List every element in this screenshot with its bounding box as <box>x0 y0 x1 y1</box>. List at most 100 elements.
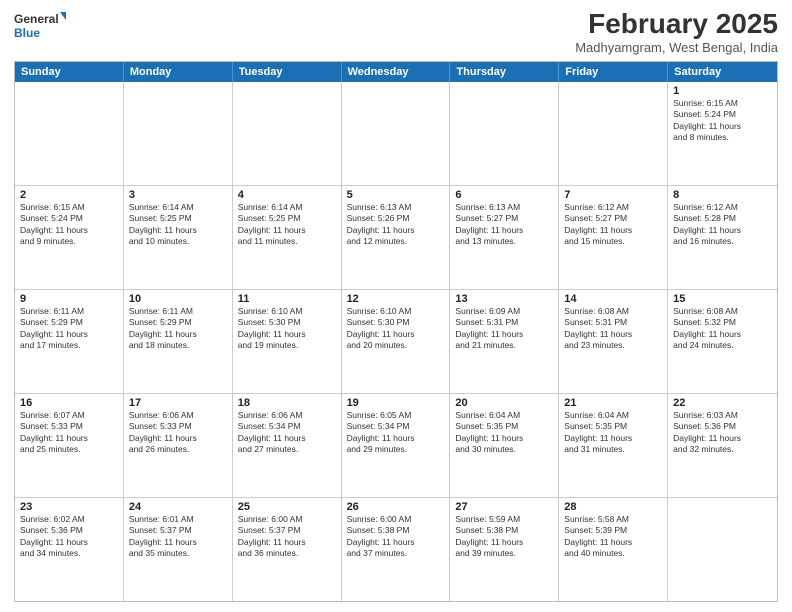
day-cell-10: 10Sunrise: 6:11 AM Sunset: 5:29 PM Dayli… <box>124 290 233 393</box>
day-header-friday: Friday <box>559 62 668 82</box>
day-number: 7 <box>564 189 662 201</box>
day-cell-21: 21Sunrise: 6:04 AM Sunset: 5:35 PM Dayli… <box>559 394 668 497</box>
day-info: Sunrise: 6:14 AM Sunset: 5:25 PM Dayligh… <box>129 202 227 248</box>
day-cell-11: 11Sunrise: 6:10 AM Sunset: 5:30 PM Dayli… <box>233 290 342 393</box>
day-cell-27: 27Sunrise: 5:59 AM Sunset: 5:38 PM Dayli… <box>450 498 559 601</box>
day-number: 20 <box>455 397 553 409</box>
week-row-3: 9Sunrise: 6:11 AM Sunset: 5:29 PM Daylig… <box>15 290 777 394</box>
day-info: Sunrise: 6:06 AM Sunset: 5:34 PM Dayligh… <box>238 410 336 456</box>
day-cell-6: 6Sunrise: 6:13 AM Sunset: 5:27 PM Daylig… <box>450 186 559 289</box>
day-cell-9: 9Sunrise: 6:11 AM Sunset: 5:29 PM Daylig… <box>15 290 124 393</box>
day-cell-empty <box>450 82 559 185</box>
day-cell-8: 8Sunrise: 6:12 AM Sunset: 5:28 PM Daylig… <box>668 186 777 289</box>
day-number: 14 <box>564 293 662 305</box>
day-info: Sunrise: 6:10 AM Sunset: 5:30 PM Dayligh… <box>347 306 445 352</box>
day-info: Sunrise: 6:12 AM Sunset: 5:28 PM Dayligh… <box>673 202 772 248</box>
day-info: Sunrise: 6:10 AM Sunset: 5:30 PM Dayligh… <box>238 306 336 352</box>
day-cell-18: 18Sunrise: 6:06 AM Sunset: 5:34 PM Dayli… <box>233 394 342 497</box>
day-number: 1 <box>673 85 772 97</box>
day-number: 11 <box>238 293 336 305</box>
day-number: 9 <box>20 293 118 305</box>
week-row-5: 23Sunrise: 6:02 AM Sunset: 5:36 PM Dayli… <box>15 498 777 601</box>
day-number: 22 <box>673 397 772 409</box>
day-info: Sunrise: 6:15 AM Sunset: 5:24 PM Dayligh… <box>673 98 772 144</box>
day-cell-2: 2Sunrise: 6:15 AM Sunset: 5:24 PM Daylig… <box>15 186 124 289</box>
day-cell-4: 4Sunrise: 6:14 AM Sunset: 5:25 PM Daylig… <box>233 186 342 289</box>
logo-svg: General Blue <box>14 10 66 42</box>
day-info: Sunrise: 6:11 AM Sunset: 5:29 PM Dayligh… <box>20 306 118 352</box>
day-cell-7: 7Sunrise: 6:12 AM Sunset: 5:27 PM Daylig… <box>559 186 668 289</box>
day-number: 13 <box>455 293 553 305</box>
day-cell-23: 23Sunrise: 6:02 AM Sunset: 5:36 PM Dayli… <box>15 498 124 601</box>
day-cell-12: 12Sunrise: 6:10 AM Sunset: 5:30 PM Dayli… <box>342 290 451 393</box>
day-header-tuesday: Tuesday <box>233 62 342 82</box>
day-number: 16 <box>20 397 118 409</box>
day-number: 18 <box>238 397 336 409</box>
day-number: 21 <box>564 397 662 409</box>
week-row-1: 1Sunrise: 6:15 AM Sunset: 5:24 PM Daylig… <box>15 82 777 186</box>
day-cell-15: 15Sunrise: 6:08 AM Sunset: 5:32 PM Dayli… <box>668 290 777 393</box>
day-header-sunday: Sunday <box>15 62 124 82</box>
logo: General Blue <box>14 10 66 42</box>
day-info: Sunrise: 6:01 AM Sunset: 5:37 PM Dayligh… <box>129 514 227 560</box>
day-info: Sunrise: 6:00 AM Sunset: 5:38 PM Dayligh… <box>347 514 445 560</box>
day-info: Sunrise: 6:08 AM Sunset: 5:31 PM Dayligh… <box>564 306 662 352</box>
week-row-2: 2Sunrise: 6:15 AM Sunset: 5:24 PM Daylig… <box>15 186 777 290</box>
day-info: Sunrise: 6:04 AM Sunset: 5:35 PM Dayligh… <box>455 410 553 456</box>
day-number: 23 <box>20 501 118 513</box>
day-cell-17: 17Sunrise: 6:06 AM Sunset: 5:33 PM Dayli… <box>124 394 233 497</box>
day-headers: SundayMondayTuesdayWednesdayThursdayFrid… <box>15 62 777 82</box>
day-number: 17 <box>129 397 227 409</box>
day-cell-empty <box>233 82 342 185</box>
day-cell-14: 14Sunrise: 6:08 AM Sunset: 5:31 PM Dayli… <box>559 290 668 393</box>
day-cell-empty <box>124 82 233 185</box>
day-cell-20: 20Sunrise: 6:04 AM Sunset: 5:35 PM Dayli… <box>450 394 559 497</box>
day-number: 24 <box>129 501 227 513</box>
day-info: Sunrise: 5:59 AM Sunset: 5:38 PM Dayligh… <box>455 514 553 560</box>
day-info: Sunrise: 6:02 AM Sunset: 5:36 PM Dayligh… <box>20 514 118 560</box>
svg-text:Blue: Blue <box>14 26 40 40</box>
day-cell-28: 28Sunrise: 5:58 AM Sunset: 5:39 PM Dayli… <box>559 498 668 601</box>
day-number: 15 <box>673 293 772 305</box>
day-header-saturday: Saturday <box>668 62 777 82</box>
day-cell-24: 24Sunrise: 6:01 AM Sunset: 5:37 PM Dayli… <box>124 498 233 601</box>
day-number: 4 <box>238 189 336 201</box>
month-title: February 2025 <box>575 10 778 38</box>
day-number: 12 <box>347 293 445 305</box>
day-number: 27 <box>455 501 553 513</box>
header-right: February 2025 Madhyamgram, West Bengal, … <box>575 10 778 55</box>
day-cell-5: 5Sunrise: 6:13 AM Sunset: 5:26 PM Daylig… <box>342 186 451 289</box>
day-info: Sunrise: 6:11 AM Sunset: 5:29 PM Dayligh… <box>129 306 227 352</box>
weeks: 1Sunrise: 6:15 AM Sunset: 5:24 PM Daylig… <box>15 82 777 601</box>
day-info: Sunrise: 6:09 AM Sunset: 5:31 PM Dayligh… <box>455 306 553 352</box>
day-cell-16: 16Sunrise: 6:07 AM Sunset: 5:33 PM Dayli… <box>15 394 124 497</box>
day-info: Sunrise: 6:07 AM Sunset: 5:33 PM Dayligh… <box>20 410 118 456</box>
day-number: 8 <box>673 189 772 201</box>
day-number: 5 <box>347 189 445 201</box>
day-info: Sunrise: 6:04 AM Sunset: 5:35 PM Dayligh… <box>564 410 662 456</box>
day-number: 3 <box>129 189 227 201</box>
day-number: 10 <box>129 293 227 305</box>
day-header-thursday: Thursday <box>450 62 559 82</box>
header: General Blue February 2025 Madhyamgram, … <box>14 10 778 55</box>
location: Madhyamgram, West Bengal, India <box>575 40 778 55</box>
day-info: Sunrise: 6:05 AM Sunset: 5:34 PM Dayligh… <box>347 410 445 456</box>
day-cell-22: 22Sunrise: 6:03 AM Sunset: 5:36 PM Dayli… <box>668 394 777 497</box>
day-number: 26 <box>347 501 445 513</box>
day-info: Sunrise: 6:00 AM Sunset: 5:37 PM Dayligh… <box>238 514 336 560</box>
day-number: 28 <box>564 501 662 513</box>
day-number: 25 <box>238 501 336 513</box>
day-cell-empty <box>342 82 451 185</box>
day-info: Sunrise: 6:14 AM Sunset: 5:25 PM Dayligh… <box>238 202 336 248</box>
svg-text:General: General <box>14 12 59 26</box>
day-cell-empty <box>668 498 777 601</box>
day-header-monday: Monday <box>124 62 233 82</box>
day-info: Sunrise: 6:13 AM Sunset: 5:26 PM Dayligh… <box>347 202 445 248</box>
day-cell-empty <box>559 82 668 185</box>
day-info: Sunrise: 6:15 AM Sunset: 5:24 PM Dayligh… <box>20 202 118 248</box>
day-cell-25: 25Sunrise: 6:00 AM Sunset: 5:37 PM Dayli… <box>233 498 342 601</box>
day-cell-3: 3Sunrise: 6:14 AM Sunset: 5:25 PM Daylig… <box>124 186 233 289</box>
day-cell-13: 13Sunrise: 6:09 AM Sunset: 5:31 PM Dayli… <box>450 290 559 393</box>
day-cell-empty <box>15 82 124 185</box>
day-info: Sunrise: 6:08 AM Sunset: 5:32 PM Dayligh… <box>673 306 772 352</box>
